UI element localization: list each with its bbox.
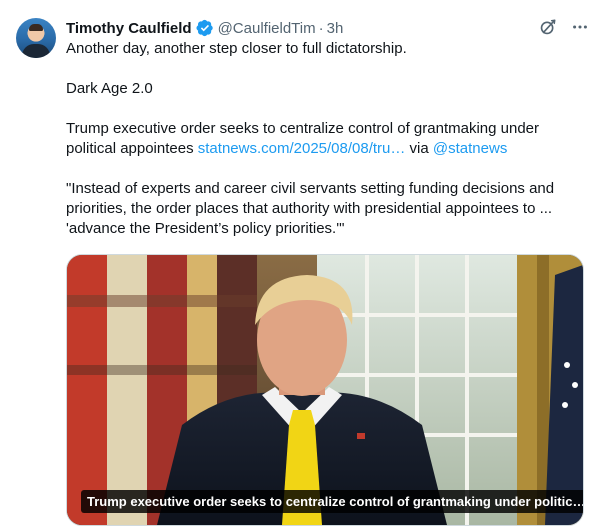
separator-dot: · xyxy=(318,19,324,37)
quote-line: "Instead of experts and career civil ser… xyxy=(66,180,555,197)
text-line-with-link: political appointees statnews.com/2025/0… xyxy=(66,139,586,159)
tweet-text: Another day, another step closer to full… xyxy=(66,39,586,239)
quote-line: 'advance the President’s policy prioriti… xyxy=(66,220,345,237)
author-name[interactable]: Timothy Caulfield xyxy=(66,20,192,37)
avatar[interactable] xyxy=(16,18,56,58)
media-card[interactable]: Trump executive order seeks to centraliz… xyxy=(66,254,584,526)
grok-icon[interactable] xyxy=(538,17,558,37)
mention-link[interactable]: @statnews xyxy=(433,140,507,157)
tweet[interactable]: Timothy Caulfield @CaulfieldTim · 3h Ano… xyxy=(0,0,606,530)
text-line: Dark Age 2.0 xyxy=(66,80,153,97)
text-line: Another day, another step closer to full… xyxy=(66,40,407,57)
avatar-hair xyxy=(29,24,43,31)
media-caption: Trump executive order seeks to centraliz… xyxy=(81,490,583,513)
post-time[interactable]: 3h xyxy=(327,20,344,37)
article-link[interactable]: statnews.com/2025/08/08/tru… xyxy=(198,140,406,157)
more-icon[interactable] xyxy=(570,17,590,37)
text-fragment: political appointees xyxy=(66,140,198,157)
avatar-shirt xyxy=(22,44,50,58)
author-handle[interactable]: @CaulfieldTim xyxy=(218,20,316,37)
header-actions xyxy=(538,17,590,37)
quote-line: priorities, the order places that author… xyxy=(66,200,553,217)
media-photo xyxy=(67,255,583,525)
text-fragment: via xyxy=(405,140,433,157)
text-line: Trump executive order seeks to centraliz… xyxy=(66,120,540,137)
tweet-header: Timothy Caulfield @CaulfieldTim · 3h xyxy=(66,17,590,39)
verified-badge-icon[interactable] xyxy=(196,19,214,37)
